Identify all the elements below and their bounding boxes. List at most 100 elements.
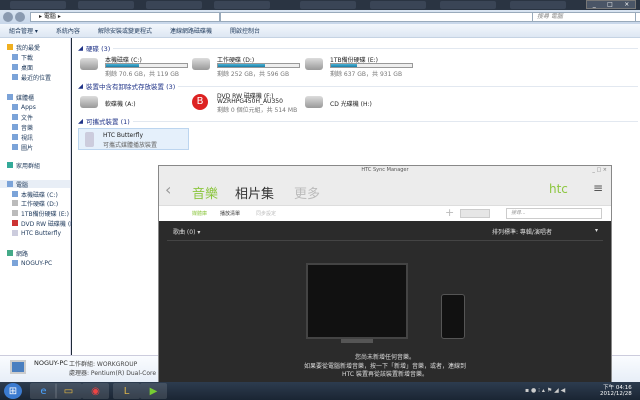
- drive-icon: [12, 200, 18, 206]
- window-tab[interactable]: [10, 1, 66, 9]
- forward-button[interactable]: [15, 12, 25, 22]
- nav-desktop[interactable]: 桌面: [12, 63, 33, 72]
- tab-music[interactable]: 音樂: [192, 183, 218, 202]
- dvd-icon: B: [192, 94, 208, 110]
- nav-drive-d[interactable]: 工作硬碟 (D:): [12, 199, 59, 208]
- search-input[interactable]: 搜尋 電腦: [532, 12, 636, 22]
- htc-nav-bar: ‹ 音樂 相片集 更多 htc ≡: [159, 174, 611, 206]
- menu-icon[interactable]: ≡: [593, 181, 603, 195]
- window-controls[interactable]: _ □ ×: [592, 166, 607, 174]
- window-tab[interactable]: [440, 1, 496, 9]
- sort-dropdown[interactable]: 排列標準: 專輯/演唱者: [492, 227, 552, 236]
- window-tab[interactable]: [78, 1, 134, 9]
- window-tab[interactable]: [370, 1, 426, 9]
- league-icon[interactable]: L: [113, 383, 140, 399]
- drive-icon: [192, 58, 210, 70]
- usage-fill: [106, 64, 140, 67]
- nav-drive-f[interactable]: DVD RW 磁碟機 (F:): [12, 219, 78, 228]
- close-icon[interactable]: ×: [624, 1, 629, 8]
- maximize-icon[interactable]: □: [607, 1, 613, 8]
- drive-icon: [305, 58, 323, 70]
- nav-downloads[interactable]: 下載: [12, 53, 33, 62]
- drive-d[interactable]: 工作硬碟 (D:) 剩餘 252 GB，共 596 GB: [192, 55, 307, 78]
- window-tab[interactable]: [214, 1, 270, 9]
- label: 裝置中含有卸除式存放裝置 (3): [86, 83, 176, 91]
- nav-network[interactable]: 網路: [7, 249, 29, 258]
- window-tab[interactable]: [510, 1, 566, 9]
- back-chevron-icon[interactable]: ‹: [165, 180, 171, 199]
- label: HTC Butterfly: [21, 229, 62, 237]
- drive-h[interactable]: CD 光碟機 (H:): [305, 93, 415, 113]
- htc-search-input[interactable]: 搜尋...: [506, 208, 602, 219]
- label: 我的最愛: [16, 44, 41, 52]
- cd-drive-icon: [305, 96, 323, 108]
- explorer-icon[interactable]: ▭: [55, 383, 82, 399]
- processor: 處理器: Pentium(R) Dual-Core ...: [69, 370, 164, 377]
- window-controls[interactable]: _ □ ×: [586, 0, 636, 9]
- tab-gallery[interactable]: 相片集: [235, 183, 274, 202]
- htc-sync-icon[interactable]: ▶: [140, 383, 167, 399]
- nav-pictures[interactable]: 圖片: [12, 143, 33, 152]
- window-tab[interactable]: [146, 1, 202, 9]
- nav-favorites[interactable]: 我的最愛: [7, 43, 41, 52]
- drive-e[interactable]: 1TB備份硬碟 (E:) 剩餘 637 GB，共 931 GB: [305, 55, 420, 78]
- phone-illustration: [441, 294, 465, 339]
- ie-icon[interactable]: e: [30, 383, 57, 399]
- label: 可攜式裝置 (1): [86, 118, 130, 126]
- label: 本機磁碟 (C:): [21, 191, 58, 199]
- tray-icons[interactable]: ▪ ● ⁝ ▴ ⚑ ◢ ◀: [525, 387, 565, 394]
- usage-bar: [105, 63, 188, 68]
- nav-drive-c[interactable]: 本機磁碟 (C:): [12, 190, 58, 199]
- subtab-sync-settings[interactable]: 同步設定: [256, 210, 276, 217]
- drive-space: 剩餘 70.6 GB，共 119 GB: [105, 71, 179, 78]
- address-field[interactable]: ▸ 電腦 ▸: [30, 12, 220, 22]
- portable-device-htc-butterfly[interactable]: HTC Butterfly 可攜式媒體播放裝置: [78, 128, 189, 150]
- nav-apps[interactable]: Apps: [12, 103, 36, 111]
- htc-logo: htc: [549, 182, 568, 196]
- section-removable[interactable]: ◢ 裝置中含有卸除式存放裝置 (3): [78, 81, 638, 91]
- breadcrumb[interactable]: 電腦: [44, 13, 56, 20]
- drive-c[interactable]: 本機磁碟 (C:) 剩餘 70.6 GB，共 119 GB: [80, 55, 195, 78]
- tab-more[interactable]: 更多: [294, 183, 320, 202]
- label: 網路: [16, 250, 29, 258]
- nav-libraries[interactable]: 媒體櫃: [7, 93, 34, 102]
- start-button[interactable]: ⊞: [4, 383, 22, 399]
- clock[interactable]: 下午 04:16 2012/12/28: [600, 383, 632, 397]
- songs-dropdown[interactable]: 歌曲 (0) ▾: [173, 227, 200, 236]
- section-portable[interactable]: ◢ 可攜式裝置 (1): [78, 116, 638, 126]
- label: 家用群組: [16, 162, 41, 170]
- drive-f[interactable]: B DVD RW 磁碟機 (F:) WZRHPG450H_AU350 剩餘 0 …: [192, 91, 312, 115]
- nav-documents[interactable]: 文件: [12, 113, 33, 122]
- chevron-down-icon[interactable]: ▾: [595, 227, 598, 234]
- drive-a[interactable]: 軟碟機 (A:): [80, 93, 190, 113]
- nav-computer[interactable]: 電腦: [0, 180, 70, 189]
- nav-music[interactable]: 音樂: [12, 123, 33, 132]
- section-hard-drives[interactable]: ◢ 硬碟 (3): [78, 43, 638, 53]
- nav-videos[interactable]: 視訊: [12, 133, 33, 142]
- subtab-playlists[interactable]: 播放清單: [220, 210, 240, 217]
- uninstall-program-button[interactable]: 解除安裝或變更程式: [98, 26, 152, 35]
- nav-recent[interactable]: 最近的位置: [12, 73, 51, 82]
- disc-label: WZRHPG450H_AU350: [217, 98, 283, 105]
- nav-drive-e[interactable]: 1TB備份硬碟 (E:): [12, 209, 69, 218]
- add-icon[interactable]: +: [445, 206, 454, 219]
- divider: [167, 240, 603, 241]
- nav-noguy-pc[interactable]: NOGUY-PC: [12, 259, 52, 267]
- back-button[interactable]: [3, 12, 13, 22]
- drive-icon: [80, 58, 98, 70]
- label: 工作硬碟 (D:): [21, 200, 59, 208]
- date: 2012/12/28: [600, 391, 632, 397]
- window-tab[interactable]: [300, 1, 356, 9]
- drive-space: 剩餘 252 GB，共 596 GB: [217, 71, 290, 78]
- chrome-icon[interactable]: ◉: [82, 383, 109, 399]
- empty-body: 如果要從電腦新增音樂，按一下「新增」音樂，或者，連線到 HTC 裝置再從該裝置新…: [303, 363, 466, 378]
- nav-homegroup[interactable]: 家用群組: [7, 161, 41, 170]
- nav-htc-butterfly[interactable]: HTC Butterfly: [12, 229, 61, 237]
- view-toggle[interactable]: [460, 209, 490, 218]
- map-network-drive-button[interactable]: 連線網路磁碟機: [170, 26, 212, 35]
- subtab-library[interactable]: 媒體庫: [192, 210, 207, 217]
- organize-button[interactable]: 組合管理 ▾: [9, 26, 38, 35]
- system-properties-button[interactable]: 系統內容: [56, 26, 80, 35]
- minimize-icon[interactable]: _: [593, 1, 596, 8]
- open-control-panel-button[interactable]: 開啟控制台: [230, 26, 260, 35]
